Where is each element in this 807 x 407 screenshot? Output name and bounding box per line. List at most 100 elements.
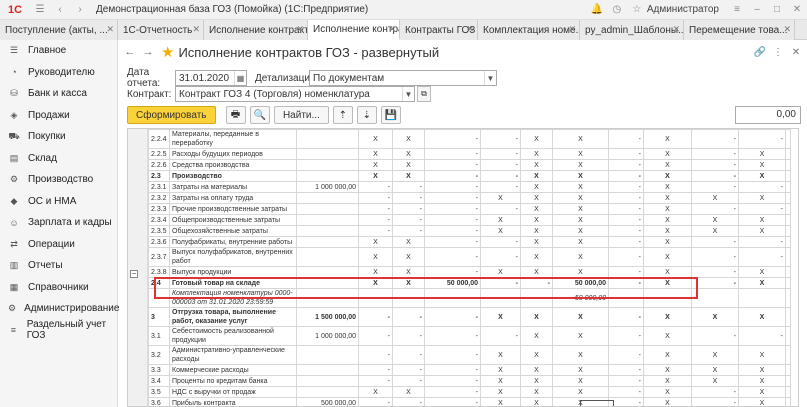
table-row[interactable]: 2.3.7 Выпуск полуфабрикатов, внутренних р… xyxy=(148,247,791,267)
cell-value[interactable]: X xyxy=(520,397,553,406)
cell-value[interactable] xyxy=(296,192,359,204)
cell-value[interactable]: - xyxy=(608,214,644,226)
cell-value[interactable]: - xyxy=(480,129,521,149)
cell-value[interactable]: - xyxy=(608,170,644,182)
cell-value[interactable]: - xyxy=(392,203,425,215)
cell-value[interactable]: X xyxy=(480,397,521,406)
generate-button[interactable]: Сформировать xyxy=(127,106,216,124)
cell-value[interactable]: - xyxy=(424,214,481,226)
cell-value[interactable]: - xyxy=(358,375,393,387)
sidebar-item-6[interactable]: ▤ Склад xyxy=(0,148,117,170)
table-row[interactable]: 2.3.4 Общепроизводственные затраты - - - X X X -… xyxy=(148,214,791,226)
cell-value[interactable]: - xyxy=(480,277,521,289)
cell-value[interactable]: - xyxy=(738,129,786,149)
cell-value[interactable]: - xyxy=(691,277,739,289)
cell-value[interactable]: X xyxy=(643,397,692,406)
tab-close-icon[interactable]: ✕ xyxy=(296,24,304,35)
cell-value[interactable]: - xyxy=(358,192,393,204)
cell-value[interactable] xyxy=(296,148,359,160)
settings-menu-icon[interactable]: ≡ xyxy=(729,3,745,17)
cell-value[interactable]: - xyxy=(424,148,481,160)
menu-icon[interactable]: ☰ xyxy=(32,3,48,17)
cell-value[interactable]: X xyxy=(552,181,609,193)
cell-value[interactable]: X xyxy=(691,225,739,237)
tab-close-icon[interactable]: ✕ xyxy=(672,24,680,35)
cell-value[interactable]: X xyxy=(392,247,425,267)
cell-value[interactable] xyxy=(392,288,425,308)
cell-value[interactable]: - xyxy=(608,129,644,149)
cell-value[interactable]: 1 500 000,00 xyxy=(296,307,359,327)
cell-value[interactable]: X xyxy=(392,129,425,149)
close-icon[interactable]: ✕ xyxy=(789,3,805,17)
cell-value[interactable]: X xyxy=(738,214,786,226)
cell-value[interactable]: - xyxy=(358,397,393,406)
cell-value[interactable] xyxy=(643,288,692,308)
tab-close-icon[interactable]: ✕ xyxy=(106,24,114,35)
cell-value[interactable]: X xyxy=(480,307,521,327)
table-row[interactable]: 3.4 Проценты по кредитам банка - - - X X X - X X X xyxy=(148,375,791,387)
cell-value[interactable]: 50 000,00 xyxy=(552,277,609,289)
cell-value[interactable]: X xyxy=(480,266,521,278)
cell-value[interactable]: X xyxy=(643,277,692,289)
cell-value[interactable]: X xyxy=(643,192,692,204)
history-icon[interactable]: ◷ xyxy=(609,3,625,17)
cell-value[interactable]: X xyxy=(552,364,609,376)
cell-value[interactable]: X xyxy=(738,148,786,160)
cell-value[interactable]: - xyxy=(424,129,481,149)
cell-value[interactable] xyxy=(296,386,359,398)
cell-value[interactable]: - xyxy=(424,159,481,171)
cell-value[interactable]: X xyxy=(358,148,393,160)
cell-value[interactable]: X xyxy=(552,203,609,215)
tab-close-icon[interactable]: ✕ xyxy=(192,24,200,35)
forward-icon[interactable]: › xyxy=(72,3,88,17)
cell-value[interactable]: - xyxy=(608,326,644,346)
contract-field[interactable]: Контракт ГОЗ 4 (Торговля) номенклатура ▼ xyxy=(175,86,415,102)
cell-value[interactable]: 50 000,00 xyxy=(552,288,609,308)
table-row[interactable]: 2.3.8 Выпуск продукции X X - X X X - X - X xyxy=(148,266,791,278)
table-row[interactable]: 2.2.4 Материалы, переданные в переработку… xyxy=(148,129,791,149)
cell-value[interactable]: X xyxy=(392,170,425,182)
cell-value[interactable]: X xyxy=(552,345,609,365)
cell-value[interactable]: X xyxy=(738,364,786,376)
preview-icon[interactable]: 🔍 xyxy=(249,106,270,124)
cell-value[interactable]: - xyxy=(738,326,786,346)
tab-close-icon[interactable]: ✕ xyxy=(388,24,396,35)
calendar-icon[interactable]: ▦ xyxy=(234,71,246,85)
cell-value[interactable]: - xyxy=(424,364,481,376)
cell-value[interactable]: X xyxy=(691,214,739,226)
cell-value[interactable]: - xyxy=(608,225,644,237)
tab-4[interactable]: Исполнение контракт...✕ xyxy=(308,20,400,40)
cell-value[interactable]: - xyxy=(358,307,393,327)
cell-value[interactable]: - xyxy=(424,307,481,327)
open-contract-icon[interactable]: ⧉ xyxy=(417,86,431,102)
sum-field[interactable]: 0,00 xyxy=(735,106,801,124)
table-row[interactable]: 2.3 Производство X X - - X X - X - X xyxy=(148,170,791,182)
cell-value[interactable]: - xyxy=(392,181,425,193)
cell-value[interactable]: X xyxy=(738,170,786,182)
cell-value[interactable]: X xyxy=(480,386,521,398)
cell-value[interactable]: X xyxy=(520,214,553,226)
cell-value[interactable]: X xyxy=(520,266,553,278)
cell-value[interactable]: X xyxy=(552,375,609,387)
tab-close-icon[interactable]: ✕ xyxy=(466,24,474,35)
cell-value[interactable]: - xyxy=(424,326,481,346)
cell-value[interactable]: X xyxy=(520,247,553,267)
cell-value[interactable]: X xyxy=(552,386,609,398)
cell-value[interactable]: X xyxy=(643,307,692,327)
cell-value[interactable]: - xyxy=(691,203,739,215)
cell-value[interactable]: X xyxy=(552,170,609,182)
tab-7[interactable]: ру_admin_Шаблоны... ✕ xyxy=(580,20,684,40)
cell-value[interactable]: - xyxy=(738,181,786,193)
table-row[interactable]: 2.3.3 Прочие производственные затраты - - - -… xyxy=(148,203,791,215)
cell-value[interactable]: - xyxy=(358,203,393,215)
cell-value[interactable]: - xyxy=(358,345,393,365)
cell-value[interactable] xyxy=(424,288,481,308)
sidebar-item-10[interactable]: ⇄ Операции xyxy=(0,234,117,256)
cell-value[interactable]: - xyxy=(424,170,481,182)
cell-value[interactable]: X xyxy=(643,129,692,149)
cell-value[interactable]: - xyxy=(424,203,481,215)
cell-value[interactable]: X xyxy=(691,307,739,327)
cell-value[interactable]: - xyxy=(738,203,786,215)
cell-value[interactable]: - xyxy=(424,236,481,248)
cell-value[interactable]: X xyxy=(392,236,425,248)
